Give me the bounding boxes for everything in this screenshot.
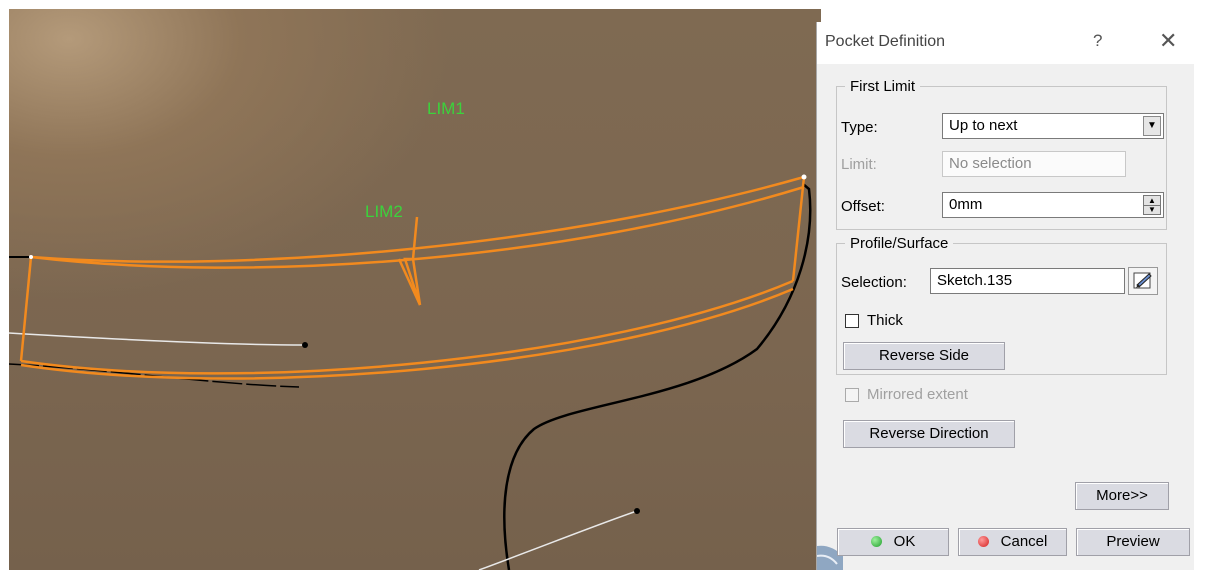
sketch-curve-1 (9, 332, 306, 346)
close-button[interactable]: ✕ (1159, 28, 1177, 54)
type-value: Up to next (949, 117, 1018, 134)
sketch-curve-2 (478, 510, 638, 570)
preview-button[interactable]: Preview (1076, 528, 1190, 556)
dialog-titlebar[interactable]: Pocket Definition ? ✕ (817, 22, 1194, 64)
thick-checkbox[interactable] (845, 314, 859, 328)
pocket-profile-preview (19, 175, 806, 380)
dialog-title: Pocket Definition (825, 33, 946, 50)
ok-label: OK (893, 533, 916, 550)
thick-label: Thick (867, 312, 903, 329)
edge-bottom-left (9, 363, 300, 388)
offset-label: Offset: (841, 198, 885, 215)
sketch-point-1 (302, 342, 308, 348)
more-button[interactable]: More>> (1075, 482, 1169, 510)
reverse-direction-button[interactable]: Reverse Direction (843, 420, 1015, 448)
chevron-down-icon[interactable]: ▼ (1143, 116, 1161, 136)
type-label: Type: (841, 119, 878, 136)
help-button[interactable]: ? (1093, 31, 1102, 51)
lim2-label: LIM2 (365, 202, 403, 221)
geometry-canvas[interactable] (9, 9, 821, 570)
first-limit-legend: First Limit (850, 78, 915, 95)
mirrored-extent-checkbox (845, 388, 859, 402)
limit-field: No selection (942, 151, 1126, 177)
cancel-label: Cancel (1000, 533, 1048, 550)
cancel-icon (977, 536, 989, 547)
spin-down-icon[interactable]: ▼ (1144, 205, 1160, 214)
reverse-side-button[interactable]: Reverse Side (843, 342, 1005, 370)
ok-button[interactable]: OK (837, 528, 949, 556)
3d-viewport[interactable]: LIM1 LIM2 (9, 9, 821, 570)
limit-value: No selection (949, 155, 1032, 172)
profile-vertex-left (29, 255, 33, 259)
offset-value: 0mm (949, 196, 983, 213)
sketch-point-2 (634, 508, 640, 514)
pocket-definition-dialog: Pocket Definition ? ✕ First Limit Type: … (816, 22, 1194, 570)
selection-label: Selection: (841, 274, 907, 291)
sketch-edit-button[interactable] (1128, 267, 1158, 295)
selection-input[interactable]: Sketch.135 (930, 268, 1125, 294)
profile-vertex (801, 174, 807, 180)
sketch-edit-icon (1133, 272, 1152, 289)
selection-value: Sketch.135 (937, 272, 1013, 289)
type-dropdown[interactable]: Up to next ▼ (942, 113, 1164, 139)
lim1-label: LIM1 (427, 99, 465, 118)
ok-icon (870, 536, 882, 547)
offset-input[interactable]: 0mm ▲ ▼ (942, 192, 1164, 218)
mirrored-extent-label: Mirrored extent (867, 386, 968, 403)
edge-curve-right (503, 183, 812, 570)
cancel-button[interactable]: Cancel (958, 528, 1067, 556)
limit-label: Limit: (841, 156, 877, 173)
offset-spinner[interactable]: ▲ ▼ (1143, 195, 1161, 215)
profile-surface-legend: Profile/Surface (850, 235, 949, 252)
